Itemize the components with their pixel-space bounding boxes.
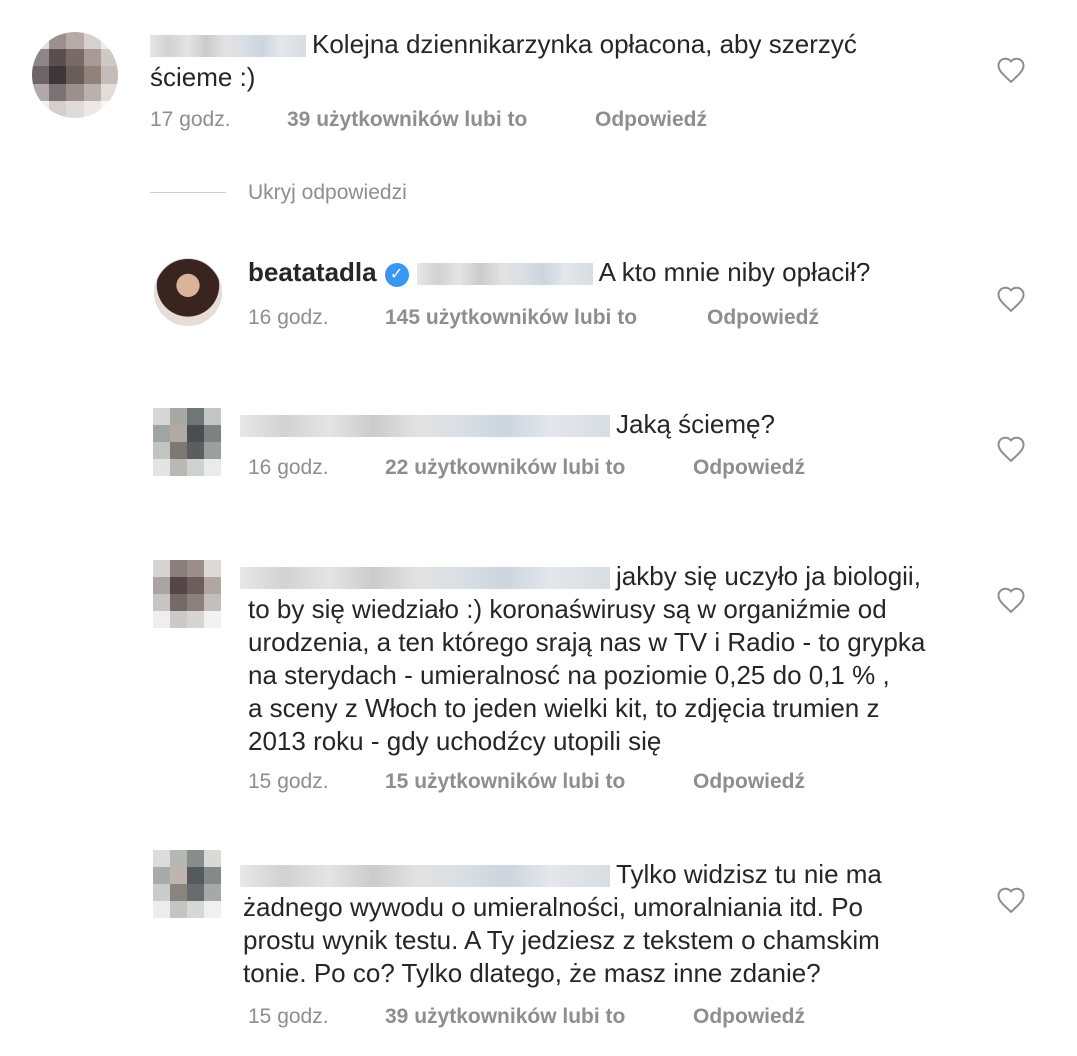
reply-button[interactable]: Odpowiedź [693, 1005, 805, 1029]
comment-text-line: to by się wiedziało :) koronaświrusy są … [248, 594, 887, 624]
comment-1: Kolejna dziennikarzynka opłacona, aby sz… [0, 0, 1077, 150]
comment-text-line: ścieme :) [150, 62, 256, 92]
reply-2: Jaką ściemę? 16 godz. 22 użytkowników lub… [0, 392, 1077, 502]
timestamp[interactable]: 15 godz. [248, 770, 385, 794]
comment-meta: 17 godz. 39 użytkowników lubi to Odpowiedź [150, 108, 707, 132]
timestamp[interactable]: 17 godz. [150, 108, 287, 132]
comment-text-line: 2013 roku - gdy uchodźcy utopili się [248, 726, 662, 756]
comment-meta: 15 godz. 15 użytkowników lubi to Odpowiedź [248, 770, 805, 794]
comment-text-line: żadnego wywodu o umieralności, umoralnia… [243, 892, 864, 922]
verified-badge-icon: ✓ [384, 263, 409, 287]
avatar[interactable] [153, 850, 221, 918]
comment-text-line: Tylko widzisz tu nie ma [616, 859, 882, 889]
timestamp[interactable]: 16 godz. [248, 456, 385, 480]
blurred-username[interactable] [240, 415, 610, 438]
likes-count[interactable]: 22 użytkowników lubi to [385, 456, 693, 480]
likes-count[interactable]: 39 użytkowników lubi to [385, 1005, 693, 1029]
likes-count[interactable]: 145 użytkowników lubi to [385, 306, 707, 330]
likes-count[interactable]: 15 użytkowników lubi to [385, 770, 693, 794]
heart-outline-icon[interactable] [996, 586, 1026, 614]
blurred-username[interactable] [240, 865, 610, 888]
comment-text: A kto mnie niby opłacił? [598, 257, 871, 287]
reply-button[interactable]: Odpowiedź [595, 108, 707, 132]
comment-text: Jaką ściemę? [616, 409, 775, 439]
blurred-username[interactable] [150, 35, 306, 58]
comment-body: Kolejna dziennikarzynka opłacona, aby sz… [150, 28, 930, 94]
blurred-username[interactable] [240, 567, 610, 590]
comment-meta: 15 godz. 39 użytkowników lubi to Odpowiedź [248, 1005, 805, 1029]
timestamp[interactable]: 15 godz. [248, 1005, 385, 1029]
replies-divider [150, 192, 226, 193]
comment-text-line: a sceny z Włoch to jeden wielki kit, to … [248, 693, 880, 723]
comment-meta: 16 godz. 145 użytkowników lubi to Odpowied… [248, 306, 819, 330]
heart-outline-icon[interactable] [996, 435, 1026, 463]
comment-text-line: prostu wynik testu. A Ty jedziesz z teks… [243, 925, 880, 955]
heart-outline-icon[interactable] [996, 56, 1026, 84]
comment-text-line: na sterydach - umieralnosć na poziomie 0… [248, 660, 890, 690]
likes-count[interactable]: 39 użytkowników lubi to [287, 108, 595, 132]
comment-text-line: tonie. Po co? Tylko dlatego, że masz inn… [243, 958, 821, 988]
comment-body: jakby się uczyło ja biologii, to by się … [240, 560, 1000, 758]
reply-3: jakby się uczyło ja biologii, to by się … [0, 544, 1077, 804]
blurred-mention[interactable] [416, 263, 593, 286]
reply-1: beatatadla ✓ A kto mnie niby opłacił? 16 g… [0, 240, 1077, 350]
timestamp[interactable]: 16 godz. [248, 306, 385, 330]
comment-body: Tylko widzisz tu nie ma żadnego wywodu o… [240, 858, 1000, 990]
comment-meta: 16 godz. 22 użytkowników lubi to Odpowiedź [248, 456, 805, 480]
reply-button[interactable]: Odpowiedź [693, 456, 805, 480]
avatar[interactable] [153, 408, 221, 476]
username[interactable]: beatatadla [248, 257, 377, 287]
heart-outline-icon[interactable] [996, 285, 1026, 313]
hide-replies-button[interactable]: Ukryj odpowiedzi [248, 181, 407, 205]
reply-button[interactable]: Odpowiedź [693, 770, 805, 794]
comment-text-line: jakby się uczyło ja biologii, [616, 561, 921, 591]
heart-outline-icon[interactable] [996, 886, 1026, 914]
reply-button[interactable]: Odpowiedź [707, 306, 819, 330]
avatar[interactable] [154, 258, 222, 326]
comment-text-line: urodzenia, a ten którego srają nas w TV … [248, 627, 926, 657]
comment-body: Jaką ściemę? [240, 408, 960, 441]
comment-body: beatatadla ✓ A kto mnie niby opłacił? [248, 256, 968, 289]
avatar[interactable] [32, 32, 118, 118]
comment-text-line: Kolejna dziennikarzynka opłacona, aby sz… [312, 29, 857, 59]
avatar[interactable] [153, 560, 221, 628]
reply-4: Tylko widzisz tu nie ma żadnego wywodu o… [0, 844, 1077, 1044]
